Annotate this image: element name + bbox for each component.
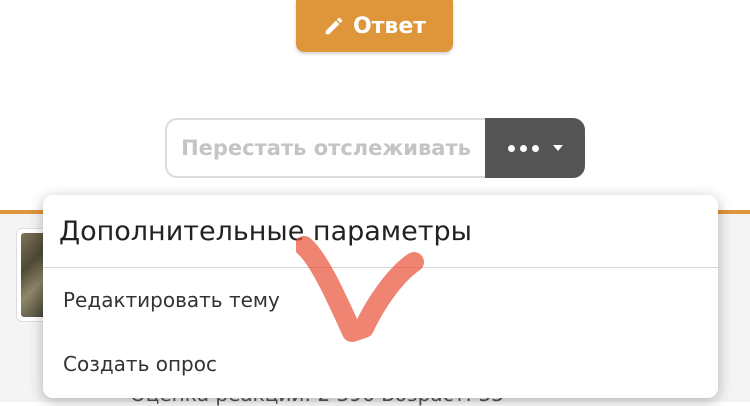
menu-item-edit-thread[interactable]: Редактировать тему bbox=[43, 268, 718, 332]
menu-title: Дополнительные параметры bbox=[43, 195, 718, 268]
reply-label: Ответ bbox=[352, 13, 427, 39]
reply-button[interactable]: Ответ bbox=[296, 0, 453, 52]
thread-watch-controls: Перестать отслеживать bbox=[165, 118, 585, 178]
more-options-menu: Дополнительные параметры Редактировать т… bbox=[43, 195, 718, 398]
pencil-icon bbox=[323, 15, 345, 37]
menu-item-create-poll[interactable]: Создать опрос bbox=[43, 332, 718, 396]
ellipsis-icon bbox=[507, 144, 539, 152]
chevron-down-icon bbox=[552, 145, 563, 151]
more-options-button[interactable] bbox=[485, 118, 585, 178]
unwatch-button[interactable]: Перестать отслеживать bbox=[165, 118, 485, 178]
